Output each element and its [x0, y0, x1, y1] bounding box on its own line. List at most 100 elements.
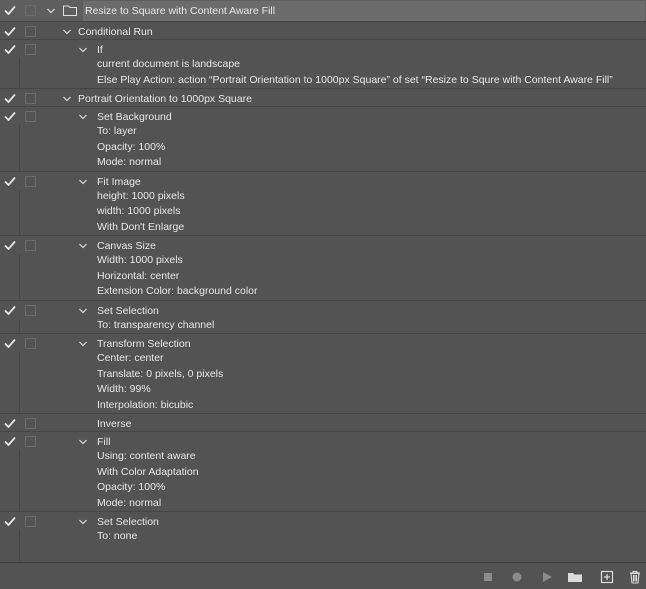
step-detail-text: To: layer — [97, 125, 137, 137]
checkmark-icon[interactable] — [4, 93, 17, 105]
checkmark-icon[interactable] — [4, 5, 17, 17]
step-detail: Interpolation: bicubic — [0, 398, 646, 414]
chevron-down-icon[interactable] — [78, 306, 88, 316]
step-row[interactable]: If — [0, 39, 646, 58]
step-detail: Opacity: 100% — [0, 140, 646, 156]
step-detail: Translate: 0 pixels, 0 pixels — [0, 367, 646, 383]
step-detail-text: Width: 99% — [97, 383, 151, 395]
dialog-toggle[interactable] — [25, 111, 36, 122]
step-label: If — [97, 44, 103, 56]
checkmark-icon[interactable] — [4, 418, 17, 430]
checkmark-icon[interactable] — [4, 26, 17, 38]
step-detail: current document is landscape — [0, 57, 646, 73]
step-detail-text: With Color Adaptation — [97, 465, 199, 478]
checkmark-icon[interactable] — [4, 516, 17, 528]
dialog-toggle[interactable] — [25, 240, 36, 251]
chevron-down-icon[interactable] — [62, 94, 72, 104]
dialog-toggle[interactable] — [25, 26, 36, 37]
action-set-title: Resize to Square with Content Aware Fill — [85, 5, 276, 17]
step-detail-text: Width: 1000 pixels — [97, 254, 183, 266]
step-detail: Mode: normal — [0, 496, 646, 512]
step-label: Fit Image — [97, 175, 141, 188]
dialog-toggle[interactable] — [25, 44, 36, 55]
chevron-down-icon[interactable] — [78, 339, 88, 349]
chevron-down-icon[interactable] — [78, 45, 88, 55]
dialog-toggle[interactable] — [25, 175, 36, 187]
step-row[interactable]: Set Selection — [0, 299, 646, 319]
chevron-down-icon[interactable] — [62, 27, 72, 37]
step-row[interactable]: Set Selection — [0, 511, 646, 530]
new-set-folder-icon[interactable] — [567, 570, 583, 584]
step-label: Canvas Size — [97, 240, 156, 252]
step-detail: Using: content aware — [0, 449, 646, 465]
step-row[interactable]: Set Background — [0, 106, 646, 125]
chevron-down-icon[interactable] — [78, 112, 88, 122]
step-detail-text: Center: center — [97, 352, 164, 364]
step-detail-text: Interpolation: bicubic — [97, 398, 194, 411]
step-label: Set Selection — [97, 516, 159, 528]
checkmark-icon[interactable] — [4, 176, 17, 188]
action-row[interactable]: Portrait Orientation to 1000px Square — [0, 88, 646, 107]
checkmark-icon[interactable] — [4, 44, 17, 56]
step-detail: Horizontal: center — [0, 269, 646, 285]
checkmark-icon[interactable] — [4, 436, 17, 448]
step-detail: Extension Color: background color — [0, 284, 646, 300]
step-detail-text: To: none — [97, 530, 138, 542]
trash-icon[interactable] — [628, 570, 642, 584]
step-label: Transform Selection — [97, 338, 191, 350]
chevron-down-icon[interactable] — [46, 6, 56, 16]
step-detail-text: Else Play Action: action “Portrait Orien… — [97, 73, 613, 86]
dialog-toggle[interactable] — [25, 516, 36, 527]
chevron-down-icon[interactable] — [78, 517, 88, 527]
step-detail: To: transparency channel — [0, 318, 646, 334]
record-icon[interactable] — [510, 570, 524, 584]
dialog-toggle[interactable] — [25, 93, 36, 104]
new-action-icon[interactable] — [600, 570, 614, 584]
step-detail: width: 1000 pixels — [0, 204, 646, 220]
step-detail-text: To: transparency channel — [97, 318, 215, 331]
checkmark-icon[interactable] — [4, 338, 17, 350]
step-detail: Center: center — [0, 351, 646, 367]
step-row[interactable]: Canvas Size — [0, 235, 646, 254]
step-label: Set Background — [97, 111, 172, 123]
step-detail-text: Horizontal: center — [97, 269, 180, 282]
action-set-row[interactable]: Resize to Square with Content Aware Fill — [0, 0, 646, 21]
step-detail-text: height: 1000 pixels — [97, 189, 185, 202]
dialog-toggle[interactable] — [25, 5, 36, 16]
step-detail-text: Extension Color: background color — [97, 285, 258, 297]
step-label: Set Selection — [97, 304, 159, 317]
step-detail-text: Mode: normal — [97, 496, 162, 509]
step-detail: To: none — [0, 529, 646, 545]
dialog-toggle[interactable] — [25, 418, 36, 429]
step-detail: Else Play Action: action “Portrait Orien… — [0, 73, 646, 89]
action-row[interactable]: Conditional Run — [0, 21, 646, 40]
step-detail: To: layer — [0, 124, 646, 140]
chevron-down-icon[interactable] — [78, 241, 88, 251]
step-detail: Width: 1000 pixels — [0, 253, 646, 269]
actions-panel: Resize to Square with Content Aware Fill… — [0, 0, 646, 562]
chevron-down-icon[interactable] — [78, 437, 88, 447]
step-detail-text: With Don't Enlarge — [97, 220, 185, 233]
step-detail-text: Translate: 0 pixels, 0 pixels — [97, 367, 224, 380]
step-detail: height: 1000 pixels — [0, 189, 646, 205]
step-row[interactable]: Inverse — [0, 413, 646, 432]
step-detail-text: width: 1000 pixels — [97, 205, 181, 217]
actions-footer — [0, 562, 646, 589]
play-icon[interactable] — [540, 570, 554, 584]
step-row[interactable]: Transform Selection — [0, 333, 646, 352]
checkmark-icon[interactable] — [4, 240, 17, 252]
stop-icon[interactable] — [481, 570, 495, 584]
dialog-toggle[interactable] — [25, 338, 36, 349]
checkmark-icon[interactable] — [4, 305, 17, 317]
step-label: Inverse — [97, 418, 132, 430]
step-detail-text: Mode: normal — [97, 156, 162, 168]
dialog-toggle[interactable] — [25, 436, 36, 447]
checkmark-icon[interactable] — [4, 111, 17, 123]
step-detail-text: Opacity: 100% — [97, 140, 166, 153]
dialog-toggle[interactable] — [25, 304, 36, 316]
step-row[interactable]: Fill — [0, 431, 646, 450]
chevron-down-icon[interactable] — [78, 177, 88, 187]
step-detail: With Color Adaptation — [0, 465, 646, 481]
step-detail: Mode: normal — [0, 155, 646, 171]
step-row[interactable]: Fit Image — [0, 170, 646, 190]
